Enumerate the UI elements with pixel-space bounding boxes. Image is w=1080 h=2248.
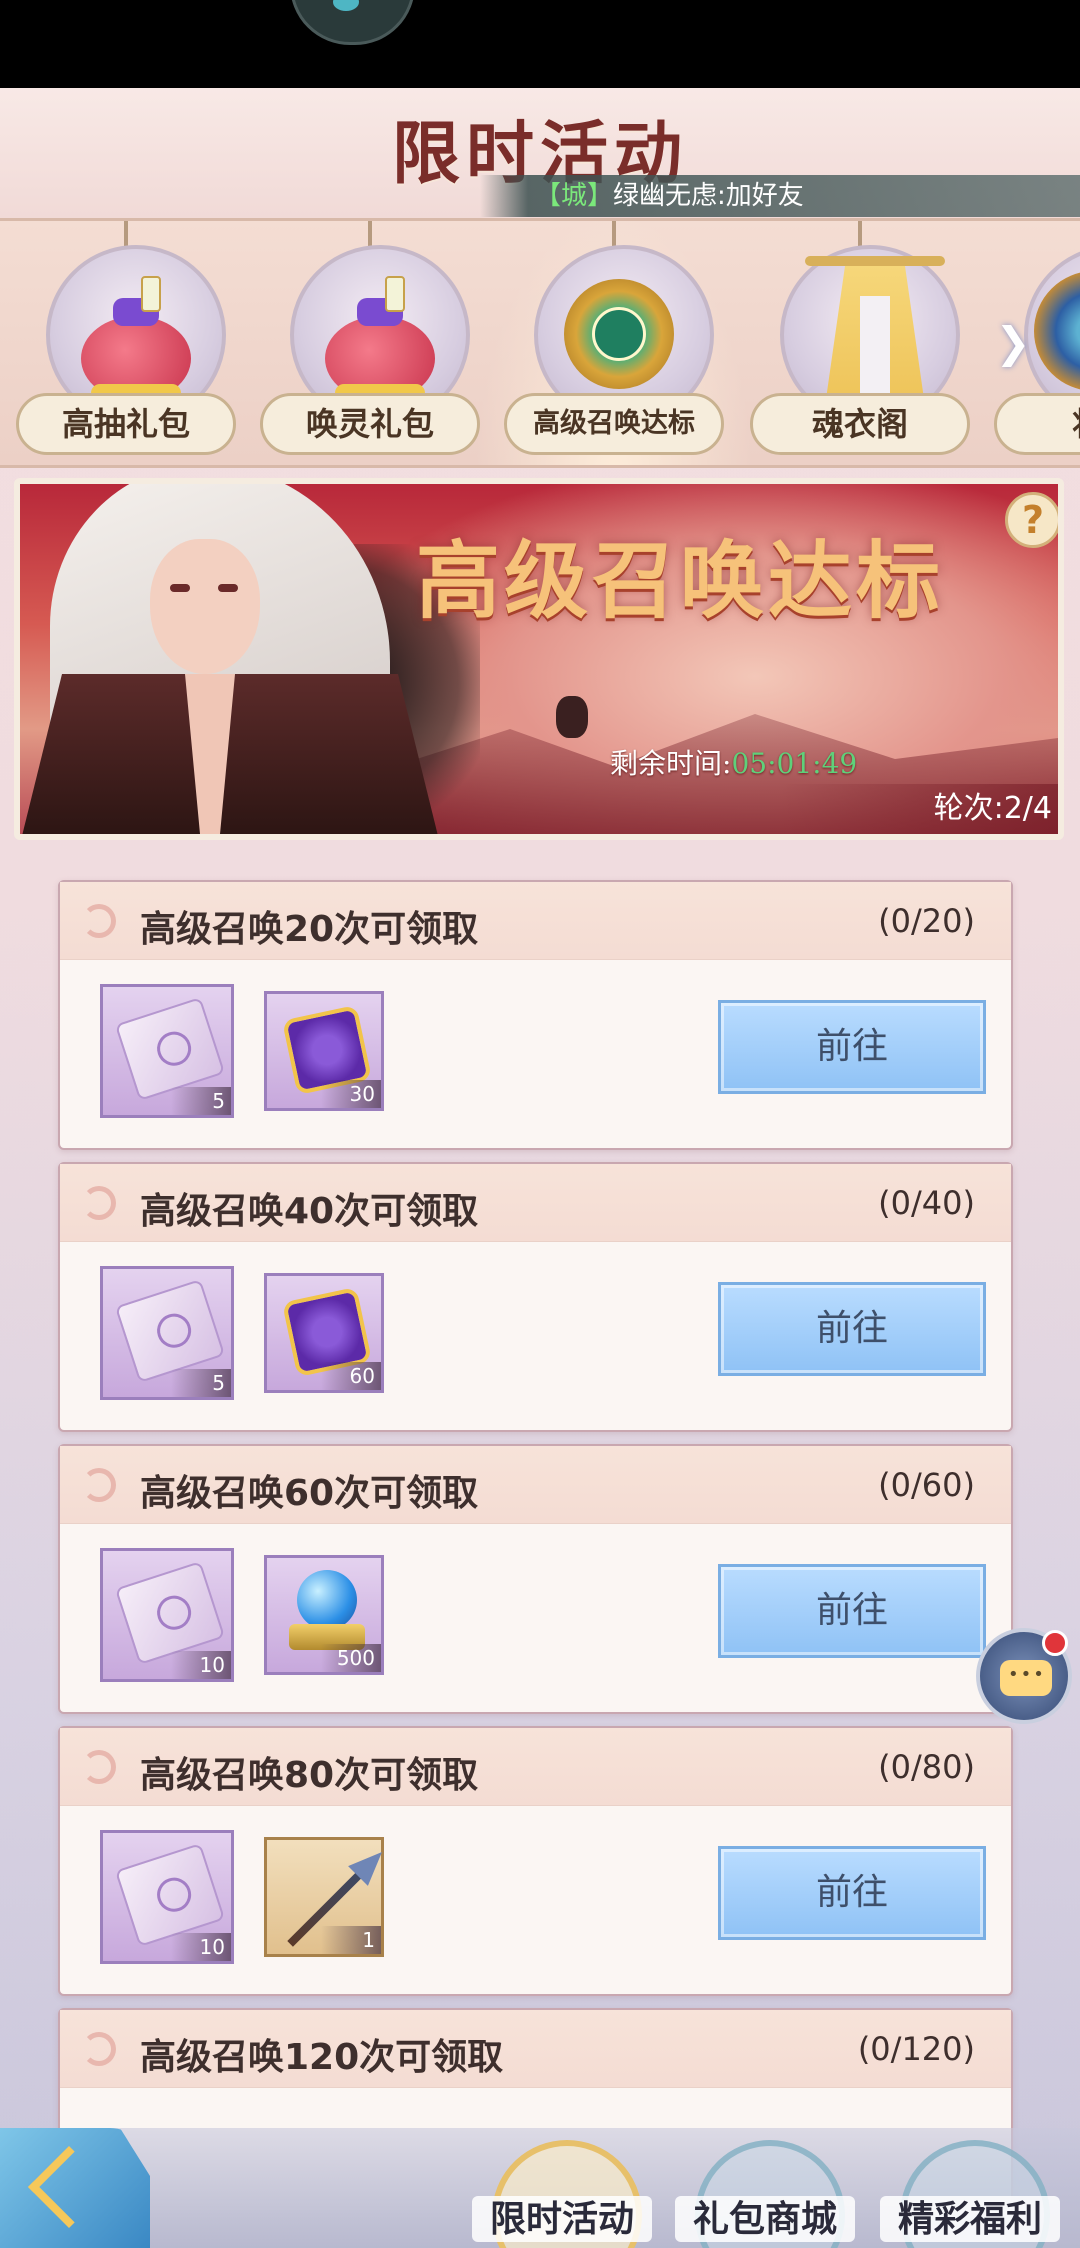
robe-icon [805,256,945,406]
task-card: 高级召唤60次可领取 (0/60) 10 500 前往 [58,1444,1013,1714]
back-arrow-icon [27,2145,111,2229]
swirl-icon [82,1750,116,1784]
reward-slot[interactable]: 1 [264,1837,384,1957]
reward-slot[interactable]: 60 [264,1273,384,1393]
task-card: 高级召唤80次可领取 (0/80) 10 1 前往 [58,1726,1013,1996]
task-progress: (0/40) [878,1184,975,1222]
summon-ticket-icon [114,1279,226,1383]
reward-slot[interactable]: 500 [264,1555,384,1675]
reward-slot[interactable]: 5 [100,1266,234,1400]
task-card: 高级召唤40次可领取 (0/40) 5 60 前往 [58,1162,1013,1432]
nav-gift-shop[interactable]: 礼包商城 [675,2140,855,2248]
banner-title: 高级召唤达标 [415,531,944,630]
go-button[interactable]: 前往 [718,1564,986,1658]
summon-ticket-icon [114,997,226,1101]
task-title: 高级召唤20次可领取 [140,909,479,950]
go-button[interactable]: 前往 [718,1846,986,1940]
event-banner: 高级召唤达标 ? 剩余时间:05:01:49 轮次:2/4 [14,478,1064,840]
round-counter: 轮次:2/4 [780,784,1058,834]
timer-label: 剩余时间: [610,747,732,780]
reward-slot[interactable]: 5 [100,984,234,1118]
notification-dot [1042,1630,1068,1656]
go-button[interactable]: 前往 [718,1282,986,1376]
task-header: 高级召唤120次可领取 (0/120) [60,2010,1011,2088]
tab-advanced-summon-goal[interactable]: 高级召唤达标 [474,221,754,465]
tab-label: 唤灵礼包 [260,393,480,455]
tab-label: 将录 [994,393,1080,455]
nav-limited-event[interactable]: 限时活动 [472,2140,652,2248]
task-title: 高级召唤40次可领取 [140,1191,479,1232]
reward-count: 5 [171,1087,231,1115]
gift-bag-icon [71,276,201,406]
tab-label: 高级召唤达标 [504,393,724,455]
remaining-time: 剩余时间:05:01:49 [610,742,857,782]
reward-count: 10 [171,1651,231,1679]
task-header: 高级召唤20次可领取 (0/20) [60,882,1011,960]
scroll-right-arrow-icon[interactable]: ❯ [988,318,1038,368]
task-card: 高级召唤20次可领取 (0/20) 5 30 前往 [58,880,1013,1150]
nav-wonderful-benefits[interactable]: 精彩福利 [880,2140,1060,2248]
summon-ticket-icon [114,1561,226,1665]
swirl-icon [82,1468,116,1502]
chat-ticker[interactable]: 【城】绿幽无虑:加好友 [480,175,1080,217]
chat-float-button[interactable] [976,1628,1072,1724]
nav-label: 限时活动 [472,2196,652,2242]
nav-label: 礼包商城 [675,2196,855,2242]
task-progress: (0/20) [878,902,975,940]
status-bar [0,0,1080,88]
summon-ticket-icon [114,1843,226,1947]
go-button[interactable]: 前往 [718,1000,986,1094]
task-header: 高级召唤60次可领取 (0/60) [60,1446,1011,1524]
reward-slot[interactable]: 10 [100,1548,234,1682]
task-title: 高级召唤120次可领取 [140,2037,504,2078]
gift-bag-icon [315,276,445,406]
swirl-icon [82,2032,116,2066]
task-title: 高级召唤60次可领取 [140,1473,479,1514]
tab-label: 魂衣阁 [750,393,970,455]
tab-summon-spirit-pack[interactable]: 唤灵礼包 [260,221,480,465]
reward-count: 5 [171,1369,231,1397]
reward-count: 30 [321,1080,381,1108]
reward-count: 10 [171,1933,231,1961]
tab-label: 高抽礼包 [16,393,236,455]
tab-soul-robe-pavilion[interactable]: 魂衣阁 [750,221,970,465]
help-icon[interactable]: ? [1005,492,1058,548]
task-progress: (0/80) [878,1748,975,1786]
tab-high-draw-pack[interactable]: 高抽礼包 [16,221,236,465]
spirit-orb-icon [297,1570,357,1630]
timer-value: 05:01:49 [731,747,858,780]
back-button[interactable] [0,2128,150,2248]
mirror-icon [564,279,674,389]
camera-notch [290,0,415,45]
task-header: 高级召唤80次可领取 (0/80) [60,1728,1011,1806]
swirl-icon [82,1186,116,1220]
chat-message: 绿幽无虑:加好友 [613,181,804,211]
task-header: 高级召唤40次可领取 (0/40) [60,1164,1011,1242]
swirl-icon [82,904,116,938]
reward-count: 500 [321,1644,381,1672]
reward-slot[interactable]: 10 [100,1830,234,1964]
chat-bubble-icon [1000,1660,1052,1696]
nav-label: 精彩福利 [880,2196,1060,2242]
task-progress: (0/120) [857,2030,975,2068]
chat-channel: 【城】 [535,181,614,211]
reward-slot[interactable]: 30 [264,991,384,1111]
reward-count: 1 [321,1926,381,1954]
task-title: 高级召唤80次可领取 [140,1755,479,1796]
task-progress: (0/60) [878,1466,975,1504]
reward-count: 60 [321,1362,381,1390]
activity-tabs: 高抽礼包 唤灵礼包 高级召唤达标 魂衣阁 将录 [0,218,1080,468]
